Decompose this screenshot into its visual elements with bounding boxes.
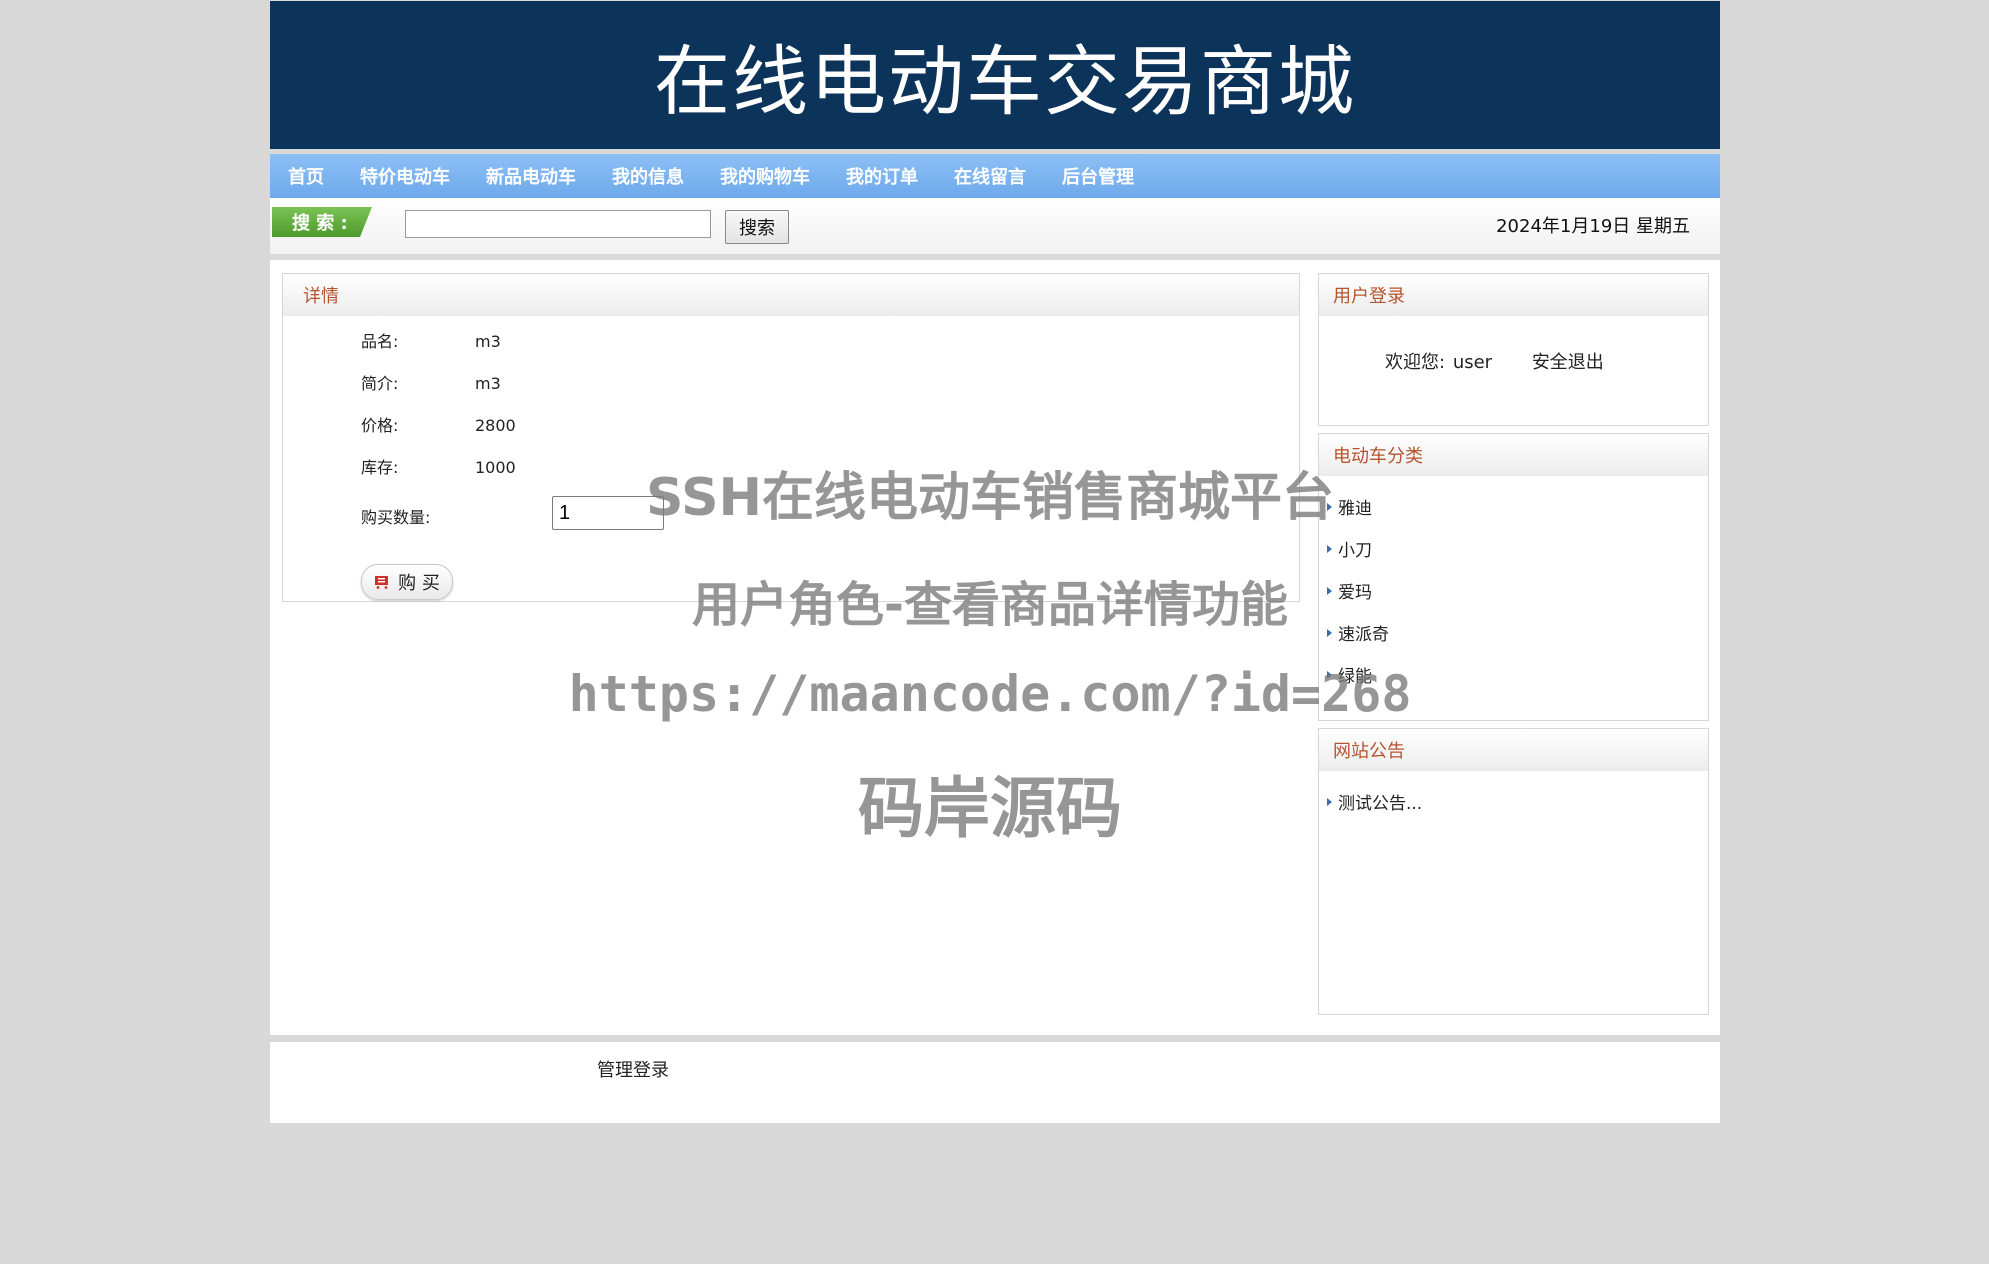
buy-button-label: 购 买 [398, 573, 440, 594]
bullet-icon [1327, 502, 1332, 511]
welcome-label: 欢迎您: [1385, 352, 1446, 373]
field-value: m3 [475, 332, 501, 351]
category-item[interactable]: 雅迪 [1327, 494, 1372, 519]
search-tag-label: 搜 索 : [272, 207, 372, 237]
field-price: 价格: 2800 [361, 412, 516, 436]
site-title: 在线电动车交易商城 [654, 37, 1356, 126]
quantity-label: 购买数量: [361, 508, 431, 527]
footer: 管理登录 [270, 1042, 1720, 1123]
welcome-line: 欢迎您: user 安全退出 [1385, 348, 1604, 374]
detail-heading: 详情 [283, 274, 1299, 316]
login-panel: 用户登录 欢迎您: user 安全退出 [1318, 273, 1709, 426]
nav-item-admin[interactable]: 后台管理 [1044, 163, 1152, 189]
nav-item-special[interactable]: 特价电动车 [342, 163, 468, 189]
search-bar: 搜 索 : 搜索 2024年1月19日 星期五 [270, 198, 1720, 260]
notice-label: 测试公告... [1338, 794, 1423, 814]
field-quantity: 购买数量: [361, 496, 664, 530]
admin-login-link[interactable]: 管理登录 [597, 1056, 669, 1082]
field-value: 1000 [475, 458, 516, 477]
category-item[interactable]: 速派奇 [1327, 620, 1389, 645]
buy-button[interactable]: 购 买 [361, 564, 453, 600]
main-nav: 首页 特价电动车 新品电动车 我的信息 我的购物车 我的订单 在线留言 后台管理 [270, 154, 1720, 198]
category-label: 爱玛 [1338, 583, 1372, 603]
category-item[interactable]: 爱玛 [1327, 578, 1372, 603]
search-input[interactable] [405, 210, 711, 238]
nav-item-messages[interactable]: 在线留言 [936, 163, 1044, 189]
field-stock: 库存: 1000 [361, 454, 516, 478]
category-item[interactable]: 小刀 [1327, 536, 1372, 561]
bullet-icon [1327, 628, 1332, 637]
current-date: 2024年1月19日 星期五 [1496, 216, 1690, 237]
bullet-icon [1327, 544, 1332, 553]
category-heading: 电动车分类 [1319, 434, 1708, 476]
category-label: 绿能 [1338, 667, 1372, 687]
bullet-icon [1327, 797, 1332, 806]
notice-item[interactable]: 测试公告... [1327, 789, 1422, 814]
main-content: 详情 品名: m3 简介: m3 价格: 2800 库存: 1000 购买数量: [270, 260, 1720, 1035]
logout-link[interactable]: 安全退出 [1532, 352, 1604, 373]
category-label: 速派奇 [1338, 625, 1389, 645]
field-name: 品名: m3 [361, 328, 501, 352]
quantity-input[interactable] [552, 496, 664, 530]
login-heading: 用户登录 [1319, 274, 1708, 316]
field-label: 简介: [361, 374, 399, 393]
category-label: 小刀 [1338, 541, 1372, 561]
search-button[interactable]: 搜索 [725, 210, 789, 244]
category-panel: 电动车分类 雅迪 小刀 爱玛 速派奇 绿能 [1318, 433, 1709, 721]
username: user [1452, 352, 1493, 373]
page: 在线电动车交易商城 首页 特价电动车 新品电动车 我的信息 我的购物车 我的订单… [270, 0, 1720, 1123]
nav-item-new[interactable]: 新品电动车 [468, 163, 594, 189]
field-value: m3 [475, 374, 501, 393]
notice-heading: 网站公告 [1319, 729, 1708, 771]
nav-item-orders[interactable]: 我的订单 [828, 163, 936, 189]
nav-item-my-info[interactable]: 我的信息 [594, 163, 702, 189]
nav-item-cart[interactable]: 我的购物车 [702, 163, 828, 189]
cart-icon [375, 576, 389, 589]
notice-panel: 网站公告 测试公告... [1318, 728, 1709, 1015]
category-label: 雅迪 [1338, 499, 1372, 519]
field-label: 价格: [361, 416, 399, 435]
field-label: 品名: [361, 332, 399, 351]
detail-panel: 详情 品名: m3 简介: m3 价格: 2800 库存: 1000 购买数量: [282, 273, 1300, 602]
field-value: 2800 [475, 416, 516, 435]
field-label: 库存: [361, 458, 399, 477]
category-item[interactable]: 绿能 [1327, 662, 1372, 687]
site-banner: 在线电动车交易商城 [270, 1, 1720, 149]
field-intro: 简介: m3 [361, 370, 501, 394]
bullet-icon [1327, 586, 1332, 595]
bullet-icon [1327, 670, 1332, 679]
nav-item-home[interactable]: 首页 [270, 163, 342, 189]
